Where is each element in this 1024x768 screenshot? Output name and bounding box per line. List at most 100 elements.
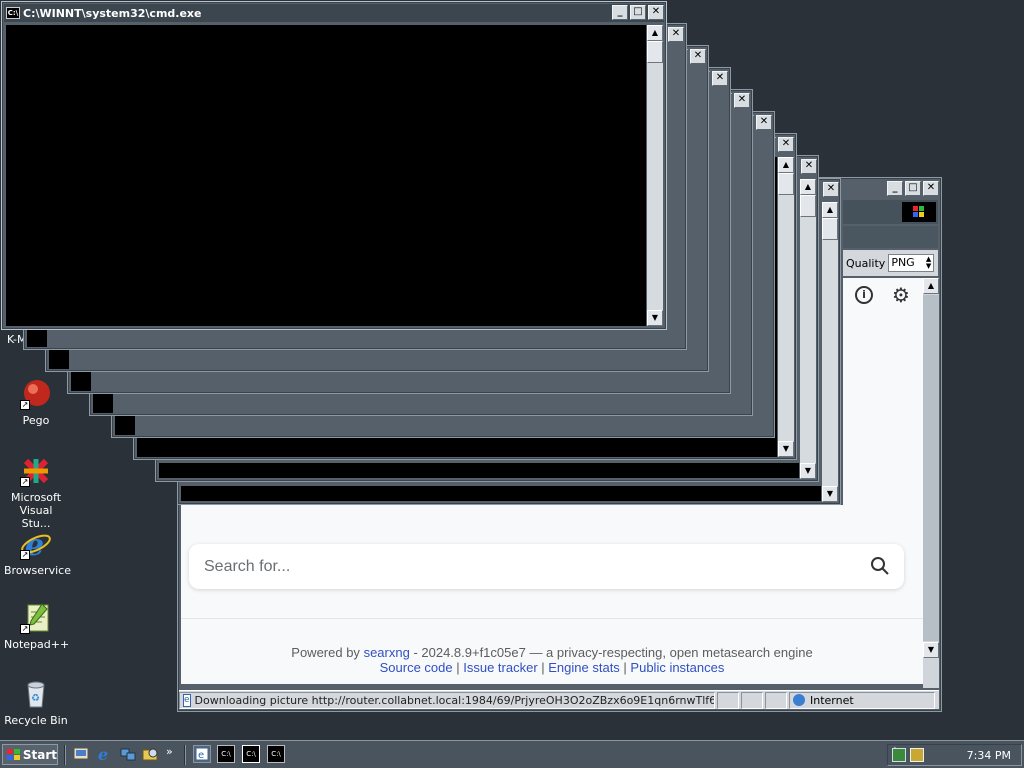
globe-icon [793,694,805,706]
status-cell [717,691,739,709]
window-controls: _ □ ✕ [612,5,664,20]
clock[interactable]: 7:34 PM [967,749,1011,762]
scroll-down-button[interactable]: ▼ [822,486,838,502]
scroll-thumb[interactable] [822,218,838,240]
svg-text:e: e [98,745,108,763]
browser-address-area [843,226,938,248]
tray-app-icon[interactable] [892,748,906,762]
searxng-link[interactable]: searxng [364,645,410,660]
network-icon[interactable] [119,745,137,763]
scroll-thumb[interactable] [923,295,939,641]
search-folder-icon[interactable] [142,745,160,763]
search-icon[interactable] [870,556,890,576]
scroll-down-button[interactable]: ▼ [647,310,663,326]
zone-cell: Internet [789,691,935,709]
browser-toolbar [843,200,938,224]
footer-line-1: Powered by searxng - 2024.8.9+f1c05e7 — … [181,645,923,660]
quicklaunch-overflow[interactable]: » [166,745,173,758]
show-desktop-icon[interactable] [72,745,90,763]
desktop-icon-label: Recycle Bin [4,714,68,727]
scroll-thumb[interactable] [778,173,794,195]
status-cell [765,691,787,709]
close-button[interactable]: ✕ [734,93,750,108]
maximize-button[interactable]: □ [630,5,646,20]
taskbar-cmd-button[interactable]: C:\ [217,745,235,763]
visual-studio-icon: ↗ [20,455,52,487]
ie-icon: e ↗ [20,528,52,563]
close-button[interactable]: ✕ [668,27,684,42]
cmd-icon: C:\ [6,7,20,19]
close-button[interactable]: ✕ [648,5,664,20]
scroll-thumb[interactable] [647,41,663,63]
start-label: Start [22,747,57,762]
scroll-thumb[interactable] [800,195,816,217]
cmd-scrollbar[interactable]: ▲ ▼ [822,202,838,502]
cmd-scrollbar[interactable]: ▲ ▼ [778,157,794,457]
minimize-button[interactable]: _ [887,181,903,196]
windows-logo-icon [902,202,936,222]
page-footer: Powered by searxng - 2024.8.9+f1c05e7 — … [181,618,923,684]
tray-speaker-icon[interactable] [910,748,924,762]
window-title: C:\WINNT\system32\cmd.exe [23,6,202,20]
svg-text:e: e [198,750,204,761]
desktop-icon-label: Notepad++ [4,638,70,651]
recycle-bin-icon: ♻ [20,678,52,710]
maximize-button[interactable]: □ [905,181,921,196]
minimize-button[interactable]: _ [612,5,628,20]
windows-flag-icon [7,748,20,760]
pego-icon: ↗ [20,378,52,410]
desktop-icon-notepadpp[interactable]: ↗ Notepad++ [4,602,70,651]
close-button[interactable]: ✕ [923,181,939,196]
footer-links: Source code | Issue tracker | Engine sta… [379,660,725,675]
scroll-up-button[interactable]: ▲ [647,25,663,41]
desktop-icon-browservice[interactable]: e ↗ Browservice [4,528,71,577]
close-button[interactable]: ✕ [778,137,794,152]
scroll-down-button[interactable]: ▼ [800,463,816,479]
desktop-icon-visual-studio[interactable]: ↗ Microsoft Visual Stu... [4,455,68,530]
close-button[interactable]: ✕ [690,49,706,64]
start-button[interactable]: Start [2,744,58,765]
spinner-icon: ▲ ▼ [925,255,932,270]
search-input[interactable]: Search for... [189,544,904,589]
browser-scrollbar[interactable]: ▲ ▼ [923,278,939,688]
issue-tracker-link[interactable]: Issue tracker [463,660,537,675]
public-instances-link[interactable]: Public instances [630,660,724,675]
engine-stats-link[interactable]: Engine stats [548,660,620,675]
zone-text: Internet [810,693,854,707]
quality-value: PNG [891,256,915,269]
info-icon[interactable]: i [855,286,873,304]
console-area[interactable] [6,25,646,326]
scroll-up-button[interactable]: ▲ [800,179,816,195]
desktop-icon-label: Browservice [4,564,71,577]
close-button[interactable]: ✕ [756,115,772,130]
cmd-scrollbar[interactable]: ▲ ▼ [647,25,663,326]
status-text-cell: e Downloading picture http://router.coll… [179,691,715,709]
taskbar: Start e » e C:\ C:\ C:\ ▲▼ 7:34 PM [0,740,1024,768]
taskbar-cmd-button[interactable]: C:\ [267,745,285,763]
close-button[interactable]: ✕ [801,159,817,174]
scroll-up-button[interactable]: ▲ [822,202,838,218]
cmd-window-active[interactable]: C:\ C:\WINNT\system32\cmd.exe _ □ ✕ ▲ ▼ [1,1,667,330]
taskbar-ie-button[interactable]: e [193,745,211,763]
status-cell [741,691,763,709]
status-text: Downloading picture http://router.collab… [194,693,715,707]
scroll-down-button[interactable]: ▼ [778,441,794,457]
quality-select[interactable]: PNG ▲ ▼ [888,254,935,272]
title-bar[interactable]: C:\ C:\WINNT\system32\cmd.exe [4,4,664,22]
scroll-up-button[interactable]: ▲ [778,157,794,173]
close-button[interactable]: ✕ [823,182,839,197]
scroll-down-button[interactable]: ▼ [923,642,939,658]
ie-quicklaunch-icon[interactable]: e [96,745,114,764]
taskbar-cmd-button[interactable]: C:\ [242,745,260,763]
close-button[interactable]: ✕ [712,71,728,86]
svg-text:♻: ♻ [31,693,40,704]
desktop-icon-label: Pego [22,414,50,427]
gear-icon[interactable]: ⚙ [892,283,910,307]
cmd-scrollbar[interactable]: ▲ ▼ [800,179,816,479]
desktop-icon-pego[interactable]: ↗ Pego [4,378,68,427]
scroll-up-button[interactable]: ▲ [923,278,939,294]
source-code-link[interactable]: Source code [380,660,453,675]
desktop-icon-recycle-bin[interactable]: ♻ Recycle Bin [4,678,68,727]
page-icon: e [183,693,191,707]
desktop-icon-label: Microsoft Visual Stu... [10,491,62,530]
